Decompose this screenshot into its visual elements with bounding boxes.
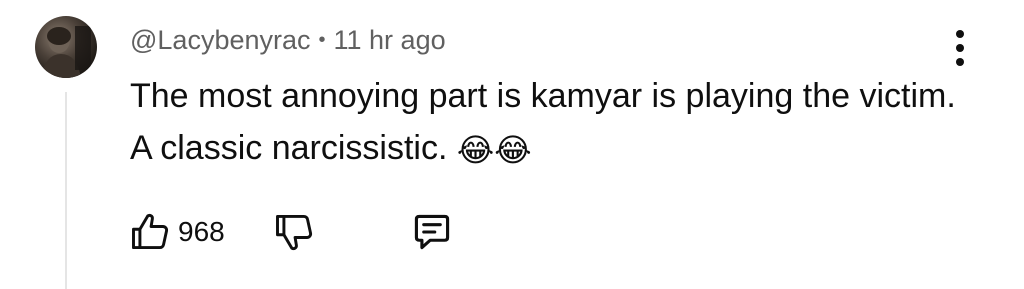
like-count: 968 [178,216,225,247]
comment-body: The most annoying part is kamyar is play… [130,70,960,174]
thread-line [65,92,67,289]
like-button[interactable]: 968 [128,208,225,256]
avatar-image [41,26,91,78]
meta-separator: • [318,28,326,51]
thumbs-up-icon [132,213,169,250]
dislike-button[interactable] [272,208,316,256]
reply-icon [414,214,450,250]
laughing-emoji: 😂😂 [456,131,532,170]
username[interactable]: @Lacybenyrac [130,25,311,56]
more-vertical-icon[interactable] [948,28,972,68]
thumbs-down-icon [276,214,313,251]
menu-dot [956,58,964,66]
avatar[interactable] [35,16,97,78]
timestamp: 11 hr ago [333,24,446,55]
reply-button[interactable] [410,208,454,256]
menu-dot [956,44,964,52]
comment-meta: @Lacybenyrac • 11 hr ago [130,20,446,60]
menu-dot [956,30,964,38]
comment-text: The most annoying part is kamyar is play… [130,77,956,167]
